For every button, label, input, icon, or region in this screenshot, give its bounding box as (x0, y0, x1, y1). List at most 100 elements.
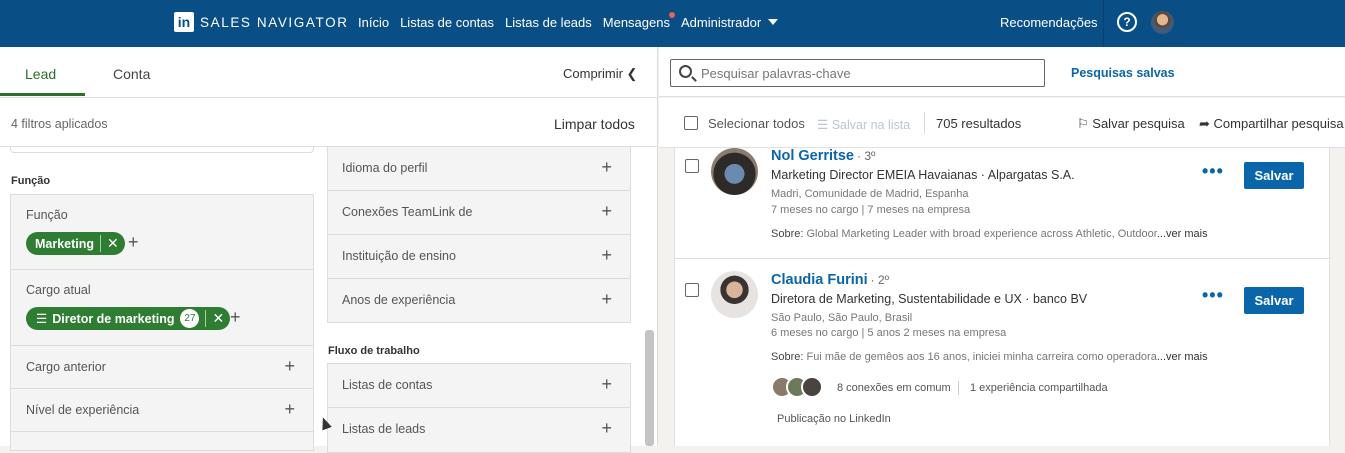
notification-dot (668, 12, 675, 18)
result-checkbox[interactable] (685, 283, 699, 297)
filter-current-title[interactable]: Cargo atual ☰ Diretor de marketing 27 ✕ … (10, 269, 314, 346)
lead-location: Madri, Comunidade de Madrid, Espanha (771, 188, 969, 200)
nav-messages-label: Mensagens (602, 15, 670, 30)
filter-label: Instituição de ensino (342, 249, 456, 263)
result-checkbox[interactable] (685, 159, 699, 173)
avatar[interactable] (711, 148, 758, 195)
connection-degree: · 2º (870, 273, 890, 287)
add-icon[interactable]: + (601, 157, 612, 178)
filter-account-lists[interactable]: Listas de contas + (328, 364, 630, 408)
filter-teamlink[interactable]: Conexões TeamLink de + (328, 191, 630, 235)
tab-lead[interactable]: Lead (25, 66, 56, 82)
lead-about: Sobre: Global Marketing Leader with broa… (771, 228, 1208, 240)
pill-label: Diretor de marketing (52, 311, 175, 326)
add-icon[interactable]: + (601, 374, 612, 395)
add-icon[interactable]: + (284, 399, 295, 420)
results-list: Nol Gerritse · 3º Marketing Director EMEI… (674, 148, 1331, 446)
search-area: Pesquisar palavras-chave Pesquisas salva… (659, 47, 1345, 97)
section-title-function: Função (11, 175, 51, 187)
filter-seniority[interactable]: Nível de experiência + (10, 388, 314, 432)
brand[interactable]: in SALES NAVIGATOR (174, 12, 349, 32)
linkedin-posts-link[interactable]: Publicação no LinkedIn (777, 413, 891, 425)
tab-lead-underline (0, 93, 85, 96)
save-search-button[interactable]: ⚐ Salvar pesquisa (1077, 116, 1185, 132)
collapse-button[interactable]: Comprimir ❮ (563, 66, 637, 82)
add-icon[interactable]: + (601, 201, 612, 222)
top-nav: in SALES NAVIGATOR Início Listas de cont… (0, 0, 1345, 47)
filter-panel: Lead Conta Comprimir ❮ 4 filtros aplicad… (0, 47, 658, 453)
filter-label: Conexões TeamLink de (342, 205, 473, 219)
save-to-list-button[interactable]: ☰ Salvar na lista (817, 117, 910, 132)
nav-links: Início Listas de contas Listas de leads … (358, 12, 789, 30)
filter-pill-director-marketing[interactable]: ☰ Diretor de marketing 27 ✕ (26, 307, 231, 330)
about-label: Sobre: (771, 228, 804, 240)
nav-lead-lists[interactable]: Listas de leads (505, 15, 592, 30)
nav-divider (1103, 0, 1104, 47)
lead-name[interactable]: Claudia Furini · 2º (771, 272, 889, 288)
nav-admin[interactable]: Administrador (680, 15, 779, 30)
select-all-label[interactable]: Selecionar todos (708, 116, 805, 131)
divider (924, 112, 925, 134)
about-label: Sobre: (771, 351, 804, 363)
shared-connections-link[interactable]: 8 conexões em comum (837, 382, 951, 394)
nav-messages[interactable]: Mensagens (602, 12, 675, 30)
pill-label: Marketing (35, 236, 95, 251)
filter-years-experience[interactable]: Anos de experiência + (328, 279, 630, 323)
filter-school[interactable]: Instituição de ensino + (328, 235, 630, 279)
filter-label: Listas de contas (342, 378, 433, 392)
share-search-button[interactable]: ➦ Compartilhar pesquisa (1199, 116, 1344, 132)
nav-home[interactable]: Início (358, 15, 389, 30)
filter-label: Nível de experiência (26, 403, 140, 417)
share-icon: ➦ (1199, 116, 1214, 131)
shared-experience-link[interactable]: 1 experiência compartilhada (970, 382, 1108, 394)
search-input[interactable]: Pesquisar palavras-chave (670, 59, 1045, 87)
add-icon[interactable]: + (601, 245, 612, 266)
select-all-checkbox[interactable] (684, 116, 698, 130)
filter-label: Anos de experiência (342, 293, 456, 307)
clear-all-button[interactable]: Limpar todos (554, 116, 635, 132)
add-icon[interactable]: + (230, 307, 241, 328)
tab-account[interactable]: Conta (113, 66, 150, 82)
about-text: Fui mãe de gemêos aos 16 anos, iniciei m… (806, 351, 1157, 363)
see-more-link[interactable]: ...ver mais (1157, 228, 1208, 240)
save-button[interactable]: Salvar (1244, 287, 1304, 314)
add-icon[interactable]: + (128, 232, 139, 253)
filter-label: Cargo anterior (26, 360, 106, 374)
avatar[interactable] (1151, 11, 1174, 34)
filter-pill-marketing[interactable]: Marketing ✕ (26, 232, 125, 255)
lead-name-text: Nol Gerritse (771, 148, 854, 164)
filter-past-title[interactable]: Cargo anterior + (10, 345, 314, 389)
filters-applied-count: 4 filtros aplicados (11, 117, 108, 131)
results-count: 705 resultados (936, 116, 1022, 131)
lead-name[interactable]: Nol Gerritse · 3º (771, 148, 875, 164)
saved-searches-link[interactable]: Pesquisas salvas (1071, 66, 1175, 80)
filter-box-partial (10, 431, 314, 451)
filter-group-profile: Idioma do perfil + Conexões TeamLink de … (327, 146, 631, 323)
more-options-icon[interactable]: ••• (1202, 285, 1224, 306)
nav-admin-label: Administrador (680, 15, 762, 30)
list-icon: ☰ (817, 118, 832, 132)
close-icon[interactable]: ✕ (205, 310, 224, 327)
avatar[interactable] (711, 271, 758, 318)
filter-function[interactable]: Função Marketing ✕ + (10, 194, 314, 270)
close-icon[interactable]: ✕ (100, 235, 119, 252)
lead-name-text: Claudia Furini (771, 272, 868, 288)
add-icon[interactable]: + (601, 418, 612, 439)
filter-label: Função (26, 208, 68, 222)
filter-profile-language[interactable]: Idioma do perfil + (328, 147, 630, 191)
results-panel: Pesquisar palavras-chave Pesquisas salva… (659, 47, 1345, 446)
filter-lead-lists[interactable]: Listas de leads + (328, 408, 630, 452)
add-icon[interactable]: + (601, 289, 612, 310)
lead-title: Marketing Director EMEIA Havaianas · Alp… (771, 168, 1075, 182)
save-button[interactable]: Salvar (1244, 162, 1304, 189)
add-icon[interactable]: + (284, 356, 295, 377)
filter-label: Listas de leads (342, 422, 426, 436)
more-options-icon[interactable]: ••• (1202, 161, 1224, 182)
brand-name: SALES NAVIGATOR (200, 14, 349, 30)
list-item: Nol Gerritse · 3º Marketing Director EMEI… (675, 148, 1331, 259)
see-more-link[interactable]: ...ver mais (1157, 351, 1208, 363)
help-icon[interactable]: ? (1117, 12, 1137, 32)
nav-account-lists[interactable]: Listas de contas (400, 15, 494, 30)
scrollbar[interactable] (645, 330, 654, 446)
nav-recommendations[interactable]: Recomendações (1000, 15, 1098, 30)
